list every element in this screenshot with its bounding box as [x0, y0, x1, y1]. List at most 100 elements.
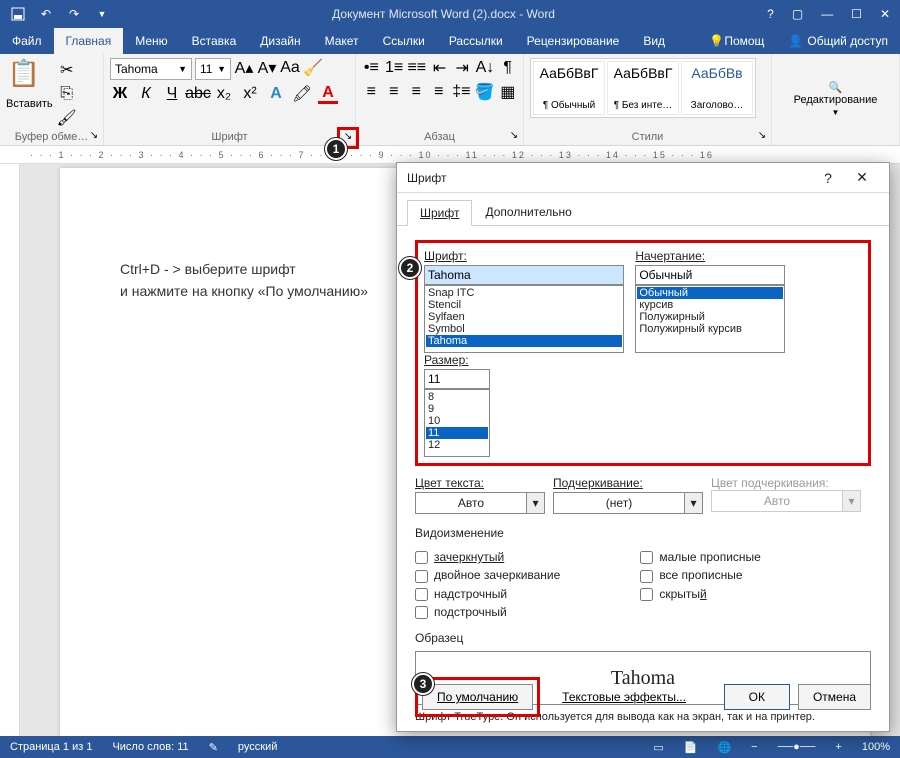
font-name-input[interactable] — [424, 265, 624, 285]
font-color-icon[interactable]: A — [318, 84, 338, 104]
font-color-combo[interactable]: Авто▾ — [415, 492, 545, 514]
tab-view[interactable]: Вид — [631, 28, 677, 54]
clipboard-launcher[interactable]: ↘ — [87, 129, 101, 143]
undo-icon[interactable]: ↶ — [38, 6, 54, 22]
shading-icon[interactable]: 🪣 — [475, 82, 495, 102]
multilevel-icon[interactable]: ≡≡ — [407, 58, 426, 78]
paragraph-launcher[interactable]: ↘ — [507, 129, 521, 143]
highlight-icon[interactable]: 🖍 — [292, 84, 312, 104]
paste-icon[interactable]: 📋 — [6, 58, 42, 98]
callout-1: 1 — [325, 138, 347, 160]
status-words[interactable]: Число слов: 11 — [112, 741, 188, 753]
font-style-input[interactable] — [635, 265, 785, 285]
align-left-icon[interactable]: ≡ — [362, 82, 381, 102]
share-button[interactable]: 👤 Общий доступ — [776, 28, 900, 54]
zoom-slider[interactable]: ──●── — [778, 741, 816, 753]
ok-button[interactable]: ОК — [724, 684, 790, 710]
decrease-font-icon[interactable]: A▾ — [257, 58, 277, 78]
increase-font-icon[interactable]: A▴ — [234, 58, 254, 78]
tab-file[interactable]: Файл — [0, 28, 54, 54]
bullets-icon[interactable]: •≡ — [362, 58, 381, 78]
underline-icon[interactable]: Ч — [162, 84, 182, 104]
tab-help[interactable]: 💡 Помощ — [697, 28, 776, 54]
chk-hidden[interactable]: скрытый — [640, 587, 761, 601]
text-effects-button[interactable]: Текстовые эффекты... — [548, 684, 700, 710]
chk-small-caps[interactable]: малые прописные — [640, 550, 761, 564]
style-heading1[interactable]: АаБбВвЗаголово… — [681, 61, 753, 115]
tab-home[interactable]: Главная — [54, 28, 124, 54]
strike-icon[interactable]: abc — [188, 84, 208, 104]
close-icon[interactable]: ✕ — [880, 7, 890, 21]
show-marks-icon[interactable]: ¶ — [498, 58, 517, 78]
line-spacing-icon[interactable]: ‡≡ — [452, 82, 471, 102]
vertical-ruler[interactable] — [0, 164, 20, 736]
styles-launcher[interactable]: ↘ — [755, 129, 769, 143]
help-icon[interactable]: ? — [767, 7, 774, 21]
font-name-combo[interactable]: Tahoma▼ — [110, 58, 192, 80]
label-style: Начертание: — [635, 249, 785, 263]
chk-superscript[interactable]: надстрочный — [415, 587, 560, 601]
decrease-indent-icon[interactable]: ⇤ — [430, 58, 449, 78]
font-size-input[interactable] — [424, 369, 490, 389]
dialog-close-icon[interactable]: ✕ — [845, 169, 879, 186]
view-read-icon[interactable]: ▭ — [653, 741, 663, 754]
chk-double-strike[interactable]: двойное зачеркивание — [415, 568, 560, 582]
dialog-tab-advanced[interactable]: Дополнительно — [472, 199, 584, 225]
style-no-spacing[interactable]: АаБбВвГ¶ Без инте… — [607, 61, 679, 115]
font-size-combo[interactable]: 11▼ — [195, 58, 231, 80]
borders-icon[interactable]: ▦ — [499, 82, 518, 102]
change-case-icon[interactable]: Aa — [280, 58, 300, 78]
style-normal[interactable]: АаБбВвГ¶ Обычный — [533, 61, 605, 115]
tab-design[interactable]: Дизайн — [248, 28, 312, 54]
zoom-level[interactable]: 100% — [862, 741, 890, 753]
superscript-icon[interactable]: x² — [240, 84, 260, 104]
set-default-button[interactable]: По умолчанию — [422, 684, 533, 710]
font-listbox[interactable]: Snap ITC Stencil Sylfaen Symbol Tahoma — [424, 285, 624, 353]
ribbon-display-icon[interactable]: ▢ — [792, 7, 803, 21]
styles-gallery[interactable]: АаБбВвГ¶ Обычный АаБбВвГ¶ Без инте… АаБб… — [530, 58, 756, 118]
cancel-button[interactable]: Отмена — [798, 684, 871, 710]
redo-icon[interactable]: ↷ — [66, 6, 82, 22]
sort-icon[interactable]: A↓ — [476, 58, 495, 78]
underline-combo[interactable]: (нет)▾ — [553, 492, 703, 514]
tab-insert[interactable]: Вставка — [180, 28, 249, 54]
status-page[interactable]: Страница 1 из 1 — [10, 741, 92, 753]
view-web-icon[interactable]: 🌐 — [717, 741, 731, 754]
clear-format-icon[interactable]: 🧹 — [303, 58, 323, 78]
view-print-icon[interactable]: 📄 — [684, 741, 698, 754]
tab-layout[interactable]: Макет — [313, 28, 371, 54]
tab-references[interactable]: Ссылки — [371, 28, 437, 54]
copy-icon[interactable]: ⎘ — [57, 84, 77, 104]
save-icon[interactable] — [10, 6, 26, 22]
zoom-in-icon[interactable]: + — [835, 741, 841, 753]
label-effects: Видоизменение — [415, 526, 871, 540]
align-right-icon[interactable]: ≡ — [407, 82, 426, 102]
chk-subscript[interactable]: подстрочный — [415, 605, 560, 619]
subscript-icon[interactable]: x₂ — [214, 84, 234, 104]
tab-menu[interactable]: Меню — [123, 28, 179, 54]
size-listbox[interactable]: 8 9 10 11 12 — [424, 389, 490, 457]
align-center-icon[interactable]: ≡ — [385, 82, 404, 102]
qat-more-icon[interactable]: ▼ — [94, 6, 110, 22]
chk-strikethrough[interactable]: зачеркнутый — [415, 550, 560, 564]
status-language[interactable]: русский — [238, 741, 277, 753]
increase-indent-icon[interactable]: ⇥ — [453, 58, 472, 78]
dialog-tab-font[interactable]: Шрифт — [407, 200, 472, 226]
cut-icon[interactable]: ✂ — [57, 60, 77, 80]
minimize-icon[interactable]: — — [821, 7, 833, 21]
italic-icon[interactable]: К — [136, 84, 156, 104]
status-proof-icon[interactable]: ✎ — [209, 741, 218, 754]
numbering-icon[interactable]: 1≡ — [385, 58, 404, 78]
tab-mailings[interactable]: Рассылки — [437, 28, 515, 54]
justify-icon[interactable]: ≡ — [430, 82, 449, 102]
dialog-help-icon[interactable]: ? — [811, 170, 845, 186]
bold-icon[interactable]: Ж — [110, 84, 130, 104]
tab-review[interactable]: Рецензирование — [515, 28, 632, 54]
maximize-icon[interactable]: ☐ — [851, 7, 862, 21]
format-painter-icon[interactable]: 🖌 — [57, 108, 77, 128]
chk-all-caps[interactable]: все прописные — [640, 568, 761, 582]
style-listbox[interactable]: Обычный курсив Полужирный Полужирный кур… — [635, 285, 785, 353]
editing-button[interactable]: 🔍Редактирование▼ — [794, 81, 878, 118]
text-effects-icon[interactable]: A — [266, 84, 286, 104]
zoom-out-icon[interactable]: − — [751, 741, 757, 753]
